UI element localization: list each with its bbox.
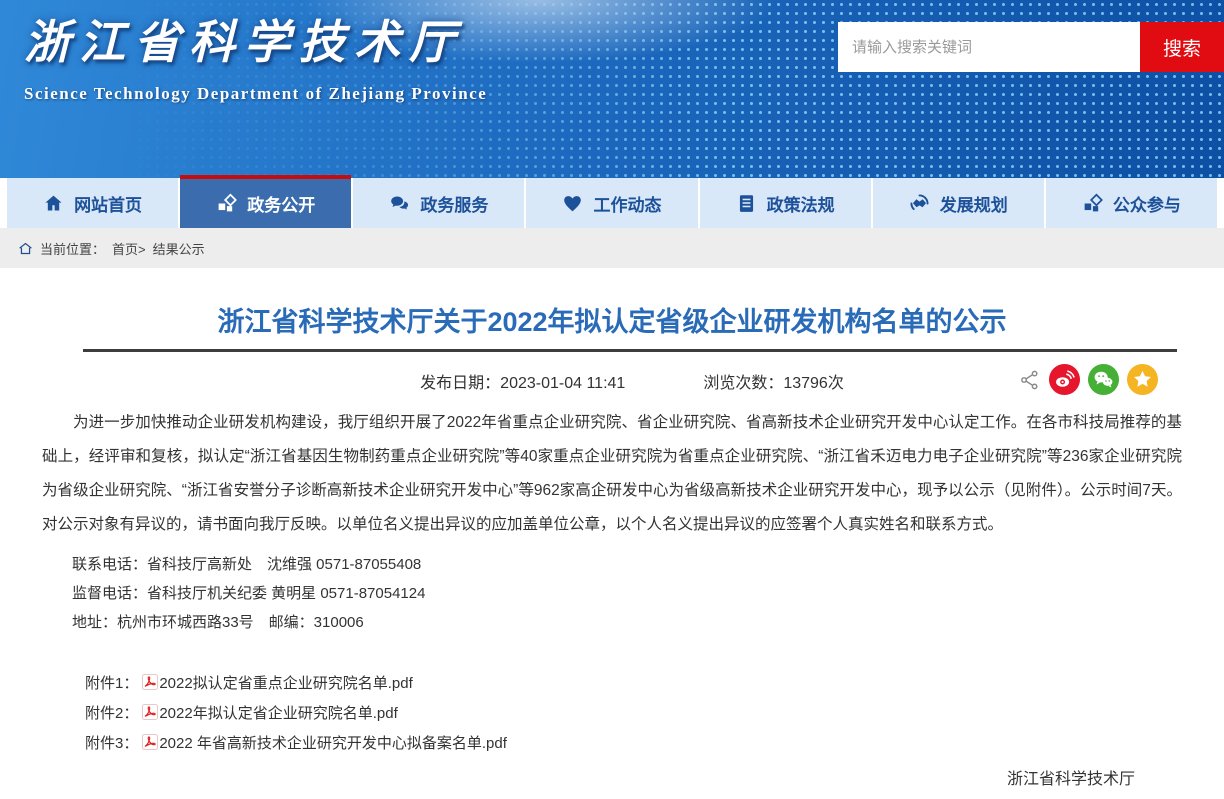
attachment-link[interactable]: 2022年拟认定省企业研究院名单.pdf — [159, 702, 397, 723]
article-content: 浙江省科学技术厅关于2022年拟认定省级企业研发机构名单的公示 发布日期：202… — [0, 268, 1224, 799]
attachments: 附件1： 2022拟认定省重点企业研究院名单.pdf 附件2： 2022年拟认定… — [42, 667, 1182, 757]
signature-date: 2022年12月31日 — [42, 795, 1135, 799]
participation-icon — [1082, 193, 1103, 214]
nav-item-label: 发展规划 — [940, 191, 1008, 216]
signature-block: 浙江省科学技术厅 2022年12月31日 — [42, 765, 1182, 799]
share-bar — [1019, 364, 1158, 395]
breadcrumb-home-icon — [18, 241, 33, 256]
pdf-icon — [142, 734, 158, 750]
nav-item-gov-disclosure[interactable]: 政务公开 — [180, 178, 353, 228]
breadcrumb: 当前位置： 首页> 结果公示 — [0, 228, 1224, 268]
nav-item-home[interactable]: 网站首页 — [7, 178, 180, 228]
pdf-icon — [142, 704, 158, 720]
qzone-star-icon[interactable] — [1127, 364, 1158, 395]
breadcrumb-prefix: 当前位置： — [40, 239, 105, 258]
site-header: 浙江省科学技术厅 Science Technology Department o… — [0, 0, 1224, 178]
signature-org: 浙江省科学技术厅 — [42, 765, 1135, 795]
site-subtitle: Science Technology Department of Zhejian… — [24, 84, 487, 104]
document-icon — [736, 193, 757, 214]
search-input[interactable] — [838, 22, 1140, 72]
article-paragraph: 为进一步加快推动企业研发机构建设，我厅组织开展了2022年省重点企业研究院、省企… — [42, 406, 1182, 542]
article-meta: 发布日期：2023-01-04 11:41 浏览次数：13796次 — [42, 352, 1182, 394]
pdf-icon — [142, 674, 158, 690]
nav-item-gov-services[interactable]: 政务服务 — [353, 178, 526, 228]
site-logo[interactable]: 浙江省科学技术厅 Science Technology Department o… — [24, 6, 487, 104]
breadcrumb-current: 结果公示 — [153, 239, 205, 258]
attachment-label: 附件1： — [85, 672, 138, 693]
contact-line: 联系电话：省科技厅高新处 沈维强 0571-87055408 — [42, 550, 1182, 579]
attachment-link[interactable]: 2022拟认定省重点企业研究院名单.pdf — [159, 672, 412, 693]
attachment-row: 附件3： 2022 年省高新技术企业研究开发中心拟备案名单.pdf — [42, 727, 1182, 757]
nav-item-label: 政务服务 — [420, 191, 488, 216]
nav-item-public-participation[interactable]: 公众参与 — [1046, 178, 1217, 228]
home-icon — [43, 193, 64, 214]
breadcrumb-home-link[interactable]: 首页> — [112, 239, 146, 258]
attachment-link[interactable]: 2022 年省高新技术企业研究开发中心拟备案名单.pdf — [159, 732, 507, 753]
contact-line: 监督电话：省科技厅机关纪委 黄明星 0571-87054124 — [42, 579, 1182, 608]
contact-line: 地址：杭州市环城西路33号 邮编：310006 — [42, 608, 1182, 637]
nav-item-label: 公众参与 — [1113, 191, 1181, 216]
search-bar: 搜索 — [838, 22, 1224, 72]
nav-item-label: 工作动态 — [593, 191, 661, 216]
nav-item-label: 网站首页 — [74, 191, 142, 216]
nav-item-label: 政策法规 — [767, 191, 835, 216]
weibo-icon[interactable] — [1049, 364, 1080, 395]
nav-item-policies[interactable]: 政策法规 — [700, 178, 873, 228]
nav-item-work-news[interactable]: 工作动态 — [526, 178, 699, 228]
search-button[interactable]: 搜索 — [1140, 22, 1224, 72]
handshake-icon — [909, 193, 930, 214]
publish-date: 发布日期：2023-01-04 11:41 — [420, 369, 625, 393]
attachment-row: 附件2： 2022年拟认定省企业研究院名单.pdf — [42, 697, 1182, 727]
attachment-label: 附件2： — [85, 702, 138, 723]
chat-bubbles-icon — [389, 193, 410, 214]
disclosure-icon — [216, 193, 237, 214]
heart-icon — [562, 193, 583, 214]
attachment-label: 附件3： — [85, 732, 138, 753]
view-count: 浏览次数：13796次 — [703, 369, 844, 393]
share-icon[interactable] — [1019, 369, 1041, 391]
site-title: 浙江省科学技术厅 — [24, 6, 487, 72]
nav-item-label: 政务公开 — [247, 191, 315, 216]
main-nav: 网站首页 政务公开 政务服务 工作动态 政策法规 发展规划 公众参与 — [7, 178, 1217, 228]
contact-info: 联系电话：省科技厅高新处 沈维强 0571-87055408 监督电话：省科技厅… — [42, 550, 1182, 637]
page-title: 浙江省科学技术厅关于2022年拟认定省级企业研发机构名单的公示 — [42, 302, 1182, 342]
wechat-icon[interactable] — [1088, 364, 1119, 395]
nav-item-development-plan[interactable]: 发展规划 — [873, 178, 1046, 228]
attachment-row: 附件1： 2022拟认定省重点企业研究院名单.pdf — [42, 667, 1182, 697]
